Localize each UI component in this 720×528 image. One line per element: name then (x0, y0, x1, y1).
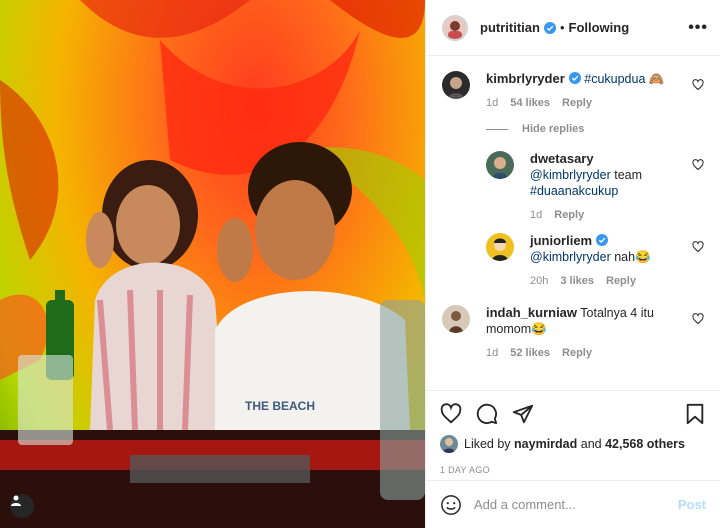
hide-replies-button[interactable]: Hide replies (486, 123, 704, 135)
hashtag-link[interactable]: #duaanakcukup (530, 184, 618, 198)
post-details-panel: putrititian • Following ••• kimbrlyryder… (425, 0, 720, 528)
hashtag-link[interactable]: #cukupdua (584, 72, 645, 86)
emoji: 🙈 (648, 72, 665, 86)
action-icons (440, 401, 706, 427)
comment-like-icon[interactable] (692, 159, 704, 171)
comment-likes[interactable]: 3 likes (560, 275, 594, 287)
divider-line (486, 128, 508, 130)
like-icon[interactable] (440, 403, 462, 425)
comment-body: team (610, 168, 643, 182)
commenter-avatar[interactable] (486, 151, 514, 179)
post-photo[interactable]: THE BEACH (0, 0, 425, 528)
comment-meta: 1d 52 likes Reply (486, 347, 678, 359)
add-comment-bar: Post (426, 480, 720, 528)
liked-by: Liked by naymirdad and 42,568 others (440, 435, 706, 453)
post-actions: Liked by naymirdad and 42,568 others 1 D… (426, 390, 720, 475)
following-button[interactable]: Following (569, 20, 630, 35)
post-timestamp[interactable]: 1 DAY AGO (440, 465, 706, 475)
comment-likes[interactable]: 54 likes (510, 97, 550, 109)
likes-count[interactable]: 42,568 others (605, 437, 685, 451)
commenter-avatar[interactable] (486, 233, 514, 261)
emoji: 😂 (531, 322, 547, 336)
reply-button[interactable]: Reply (606, 275, 636, 287)
commenter-avatar[interactable] (442, 305, 470, 333)
comment-body: nah (610, 250, 636, 264)
commenter-username[interactable]: dwetasary (530, 151, 594, 166)
verified-icon (596, 234, 609, 246)
comment-time[interactable]: 1d (486, 347, 498, 359)
comment-meta: 1d Reply (530, 209, 678, 221)
comment-likes[interactable]: 52 likes (510, 347, 550, 359)
emoji-icon[interactable] (440, 494, 462, 516)
share-icon[interactable] (512, 403, 534, 425)
user-tag-icon (11, 495, 21, 506)
post-header: putrititian • Following ••• (426, 0, 720, 56)
user-tag-button[interactable] (10, 494, 34, 518)
comments-list[interactable]: kimbrlyryder #cukupdua 🙈 1d 54 likes Rep… (426, 57, 720, 390)
verified-icon (568, 72, 581, 84)
reply-button[interactable]: Reply (554, 209, 584, 221)
reply-item: dwetasary @kimbrlyryder team #duaanakcuk… (486, 151, 704, 221)
comment-icon[interactable] (476, 403, 498, 425)
post-modal: THE BEACH putrititian • Following ••• ki… (0, 0, 720, 528)
liker-avatar[interactable] (440, 435, 458, 453)
comment-text: indah_kurniaw Totalnya 4 itu momom😂 (486, 305, 678, 337)
commenter-avatar[interactable] (442, 71, 470, 99)
comment-time[interactable]: 20h (530, 275, 548, 287)
reply-button[interactable]: Reply (562, 347, 592, 359)
mention-link[interactable]: @kimbrlyryder (530, 250, 611, 264)
commenter-username[interactable]: kimbrlyryder (486, 71, 565, 86)
reply-item: juniorliem @kimbrlyryder nah😂 20h 3 like… (486, 233, 704, 287)
author-username[interactable]: putrititian (480, 20, 540, 35)
liker-username[interactable]: naymirdad (514, 437, 577, 451)
verified-icon (543, 21, 556, 34)
hide-replies-label: Hide replies (522, 123, 585, 135)
more-options-button[interactable]: ••• (688, 19, 708, 37)
comment-item: kimbrlyryder #cukupdua 🙈 1d 54 likes Rep… (442, 71, 704, 109)
photo-illustration: THE BEACH (0, 0, 425, 528)
comment-like-icon[interactable] (692, 241, 704, 253)
commenter-username[interactable]: juniorliem (530, 233, 592, 248)
comment-text: kimbrlyryder #cukupdua 🙈 (486, 71, 678, 87)
add-comment-input[interactable] (474, 497, 678, 512)
comment-time[interactable]: 1d (530, 209, 542, 221)
comment-meta: 20h 3 likes Reply (530, 275, 678, 287)
svg-text:THE BEACH: THE BEACH (245, 399, 315, 413)
post-button[interactable]: Post (678, 497, 706, 512)
liked-by-middle: and (580, 437, 602, 451)
comment-text: juniorliem @kimbrlyryder nah😂 (530, 233, 678, 265)
comment-like-icon[interactable] (692, 313, 704, 325)
comment-like-icon[interactable] (692, 79, 704, 91)
author-avatar[interactable] (442, 14, 468, 41)
comment-item: indah_kurniaw Totalnya 4 itu momom😂 1d 5… (442, 305, 704, 359)
reply-button[interactable]: Reply (562, 97, 592, 109)
separator-dot: • (559, 20, 565, 35)
commenter-username[interactable]: indah_kurniaw (486, 305, 577, 320)
comment-meta: 1d 54 likes Reply (486, 97, 678, 109)
save-icon[interactable] (684, 403, 706, 425)
comment-text: dwetasary @kimbrlyryder team #duaanakcuk… (530, 151, 678, 199)
mention-link[interactable]: @kimbrlyryder (530, 168, 611, 182)
liked-by-prefix: Liked by (464, 437, 511, 451)
emoji: 😂 (635, 250, 651, 264)
comment-time[interactable]: 1d (486, 97, 498, 109)
